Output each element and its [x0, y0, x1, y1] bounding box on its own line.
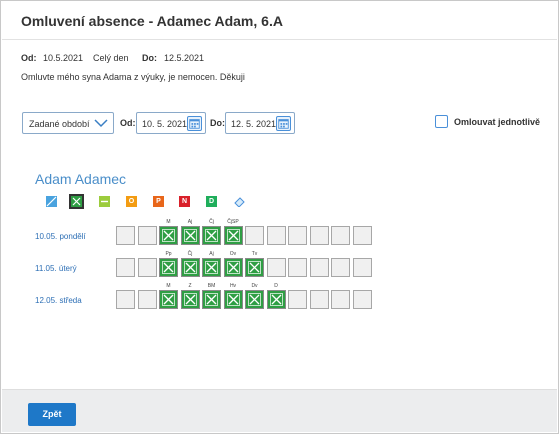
lesson-subject: Aj [187, 219, 193, 225]
lesson-subject: Čj [187, 251, 193, 257]
lesson-subject: Z [188, 283, 192, 289]
lesson-cell[interactable] [331, 290, 350, 309]
p-tool[interactable]: P [153, 196, 164, 207]
day-label[interactable]: 11.05. úterý [35, 264, 77, 273]
lesson-subject: M [166, 219, 171, 225]
lesson-cell[interactable] [288, 258, 307, 277]
lesson-cell[interactable] [352, 258, 372, 277]
lesson-cell[interactable] [137, 226, 157, 245]
excuse-message: Omluvte mého syna Adama z výuky, je nemo… [21, 72, 245, 82]
divider [2, 39, 557, 40]
lesson-cell-excused[interactable] [245, 258, 264, 277]
lesson-cell[interactable] [331, 226, 350, 245]
period-select[interactable]: Zadané období [22, 112, 114, 134]
lesson-subject: M [166, 283, 171, 289]
lesson-cell[interactable] [116, 290, 135, 309]
chevron-down-icon [94, 119, 108, 128]
excused-tool[interactable] [69, 194, 84, 209]
lesson-cell-excused[interactable] [202, 226, 221, 245]
lesson-cell[interactable] [245, 226, 264, 245]
lesson-subject: D [274, 283, 278, 289]
o-tool[interactable]: O [126, 196, 137, 207]
lesson-cell-excused[interactable] [223, 258, 243, 277]
lesson-cell[interactable] [352, 290, 372, 309]
lesson-cell[interactable] [309, 226, 329, 245]
minus-tool[interactable] [99, 196, 110, 207]
student-name: Adam Adamec [35, 171, 127, 187]
lesson-subject: Tv [251, 251, 258, 257]
lesson-subject: Dv [251, 283, 258, 289]
lesson-cell[interactable] [266, 258, 286, 277]
lesson-cell[interactable] [116, 226, 135, 245]
lesson-cell[interactable] [266, 226, 286, 245]
lesson-cell[interactable] [352, 226, 372, 245]
lesson-cell-excused[interactable] [202, 258, 221, 277]
day-label[interactable]: 12.05. středa [35, 296, 82, 305]
lesson-cell[interactable] [137, 290, 157, 309]
lesson-cell[interactable] [309, 290, 329, 309]
lesson-cell[interactable] [116, 258, 135, 277]
lesson-subject: Hv [229, 283, 237, 289]
calendar-icon[interactable] [187, 116, 202, 131]
do-date-input[interactable]: 12. 5. 2021 [225, 112, 295, 134]
lesson-subject: ČjSP [227, 219, 239, 225]
dialog-title: Omluvení absence - Adamec Adam, 6.A [21, 13, 283, 29]
lesson-cell[interactable] [309, 258, 329, 277]
lesson-cell-excused[interactable] [159, 290, 178, 309]
lesson-cell-excused[interactable] [159, 258, 178, 277]
day-label[interactable]: 10.05. pondělí [35, 232, 86, 241]
lesson-subject: Aj [209, 251, 214, 257]
od-date-value: 10. 5. 2021 [142, 119, 188, 129]
lesson-cell-excused[interactable] [180, 290, 200, 309]
lesson-cell-excused[interactable] [245, 290, 264, 309]
lesson-cell[interactable] [288, 226, 307, 245]
lesson-cell-excused[interactable] [202, 290, 221, 309]
full-day-text: Celý den [93, 53, 129, 63]
individual-checkbox[interactable] [435, 115, 448, 128]
individual-checkbox-label[interactable]: Omlouvat jednotlivě [454, 117, 540, 127]
to-value: 12.5.2021 [164, 53, 205, 63]
dialog: Omluvení absence - Adamec Adam, 6.A Od: … [0, 0, 559, 434]
period-select-value: Zadané období [29, 119, 90, 129]
lesson-subject: Čj [209, 219, 214, 225]
lesson-cell-excused[interactable] [180, 258, 200, 277]
do-date-value: 12. 5. 2021 [231, 119, 277, 129]
lesson-cell-excused[interactable] [266, 290, 286, 309]
lesson-subject: Pp [165, 251, 172, 257]
d-tool[interactable]: D [206, 196, 217, 207]
calendar-icon[interactable] [276, 116, 291, 131]
from-label: Od: [21, 53, 37, 63]
od-label: Od: [120, 118, 136, 128]
from-value: 10.5.2021 [43, 53, 84, 63]
eraser-tool[interactable] [233, 196, 245, 208]
back-button[interactable]: Zpět [28, 403, 76, 426]
od-date-input[interactable]: 10. 5. 2021 [136, 112, 206, 134]
lesson-cell-excused[interactable] [159, 226, 178, 245]
dialog-footer [2, 389, 557, 432]
lesson-cell[interactable] [137, 258, 157, 277]
lesson-cell-excused[interactable] [223, 290, 243, 309]
lesson-cell[interactable] [288, 290, 307, 309]
lesson-subject: Ov [229, 251, 237, 257]
n-tool[interactable]: N [179, 196, 190, 207]
do-label: Do: [210, 118, 225, 128]
lesson-cell-excused[interactable] [180, 226, 200, 245]
lesson-subject: BM [207, 283, 216, 289]
lesson-cell-excused[interactable] [223, 226, 243, 245]
lesson-cell[interactable] [331, 258, 350, 277]
to-label: Do: [142, 53, 157, 63]
clear-tool[interactable] [46, 196, 57, 207]
